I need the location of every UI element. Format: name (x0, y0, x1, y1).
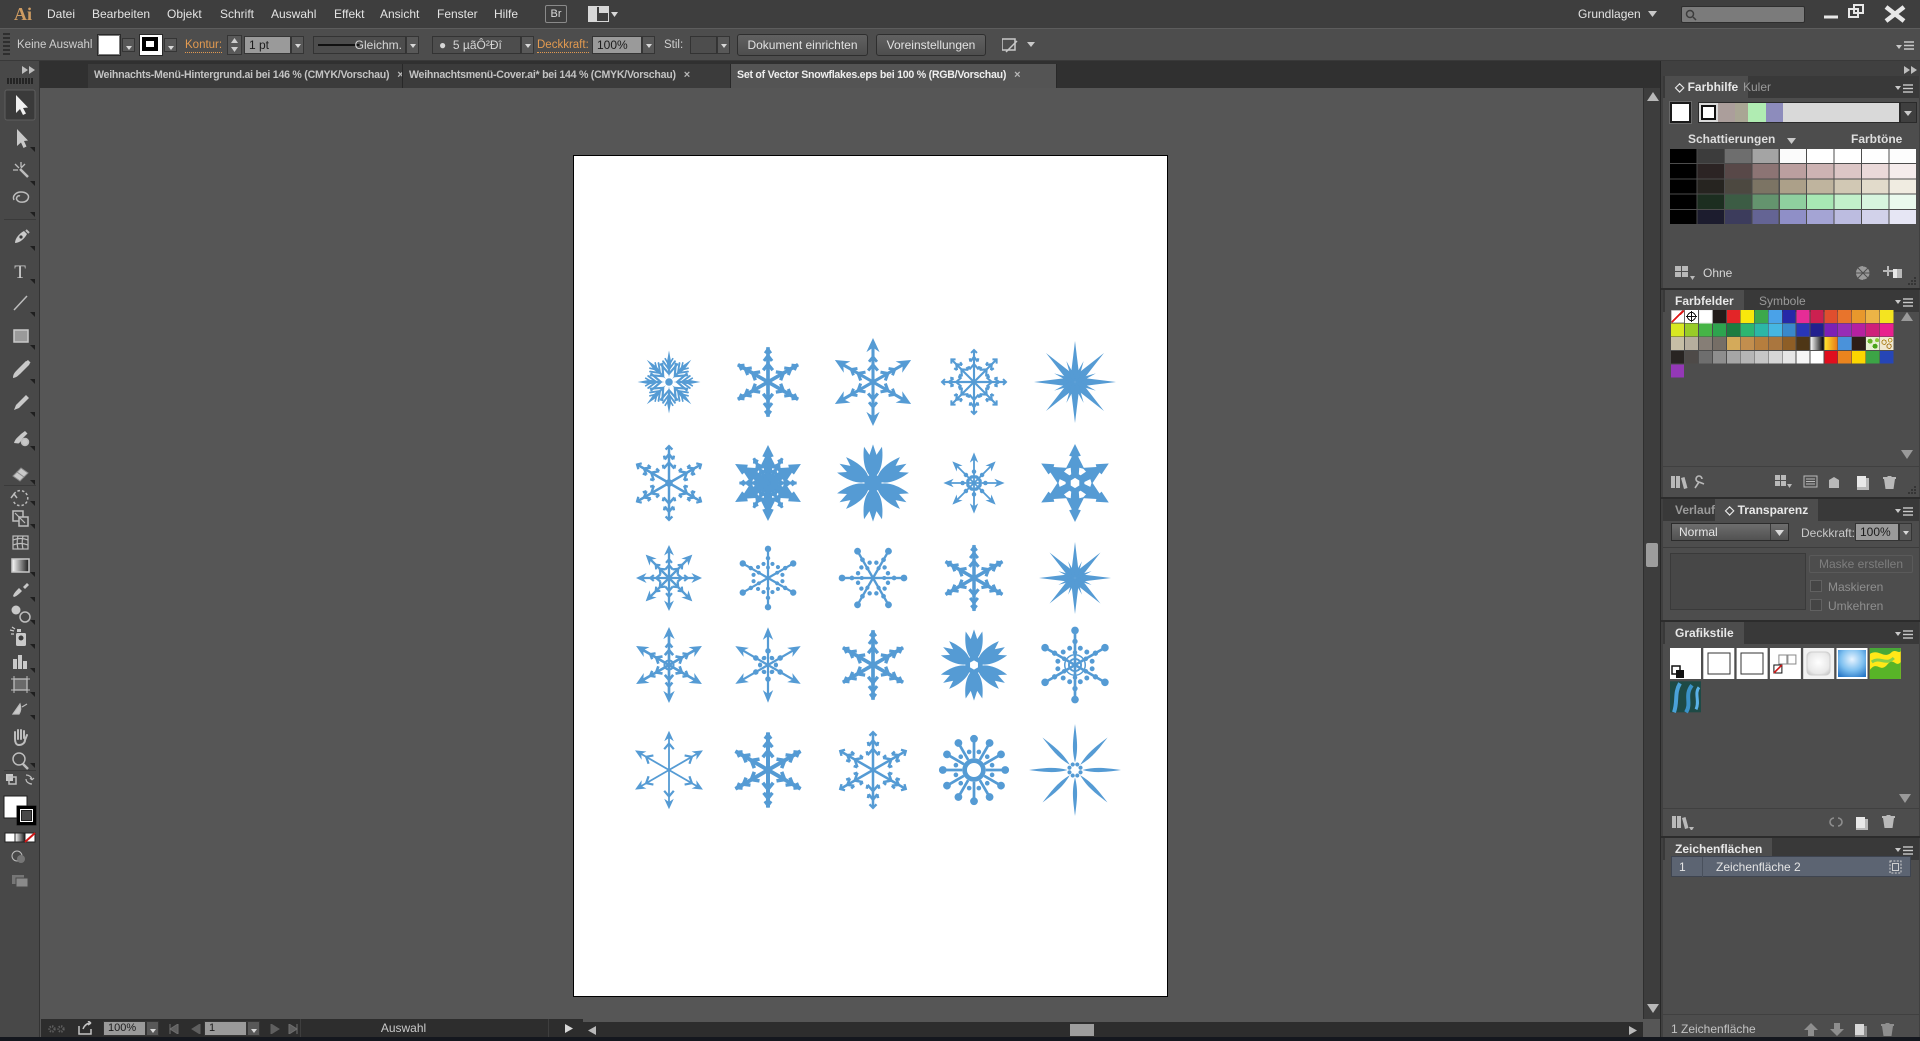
svg-text:T: T (14, 262, 26, 283)
